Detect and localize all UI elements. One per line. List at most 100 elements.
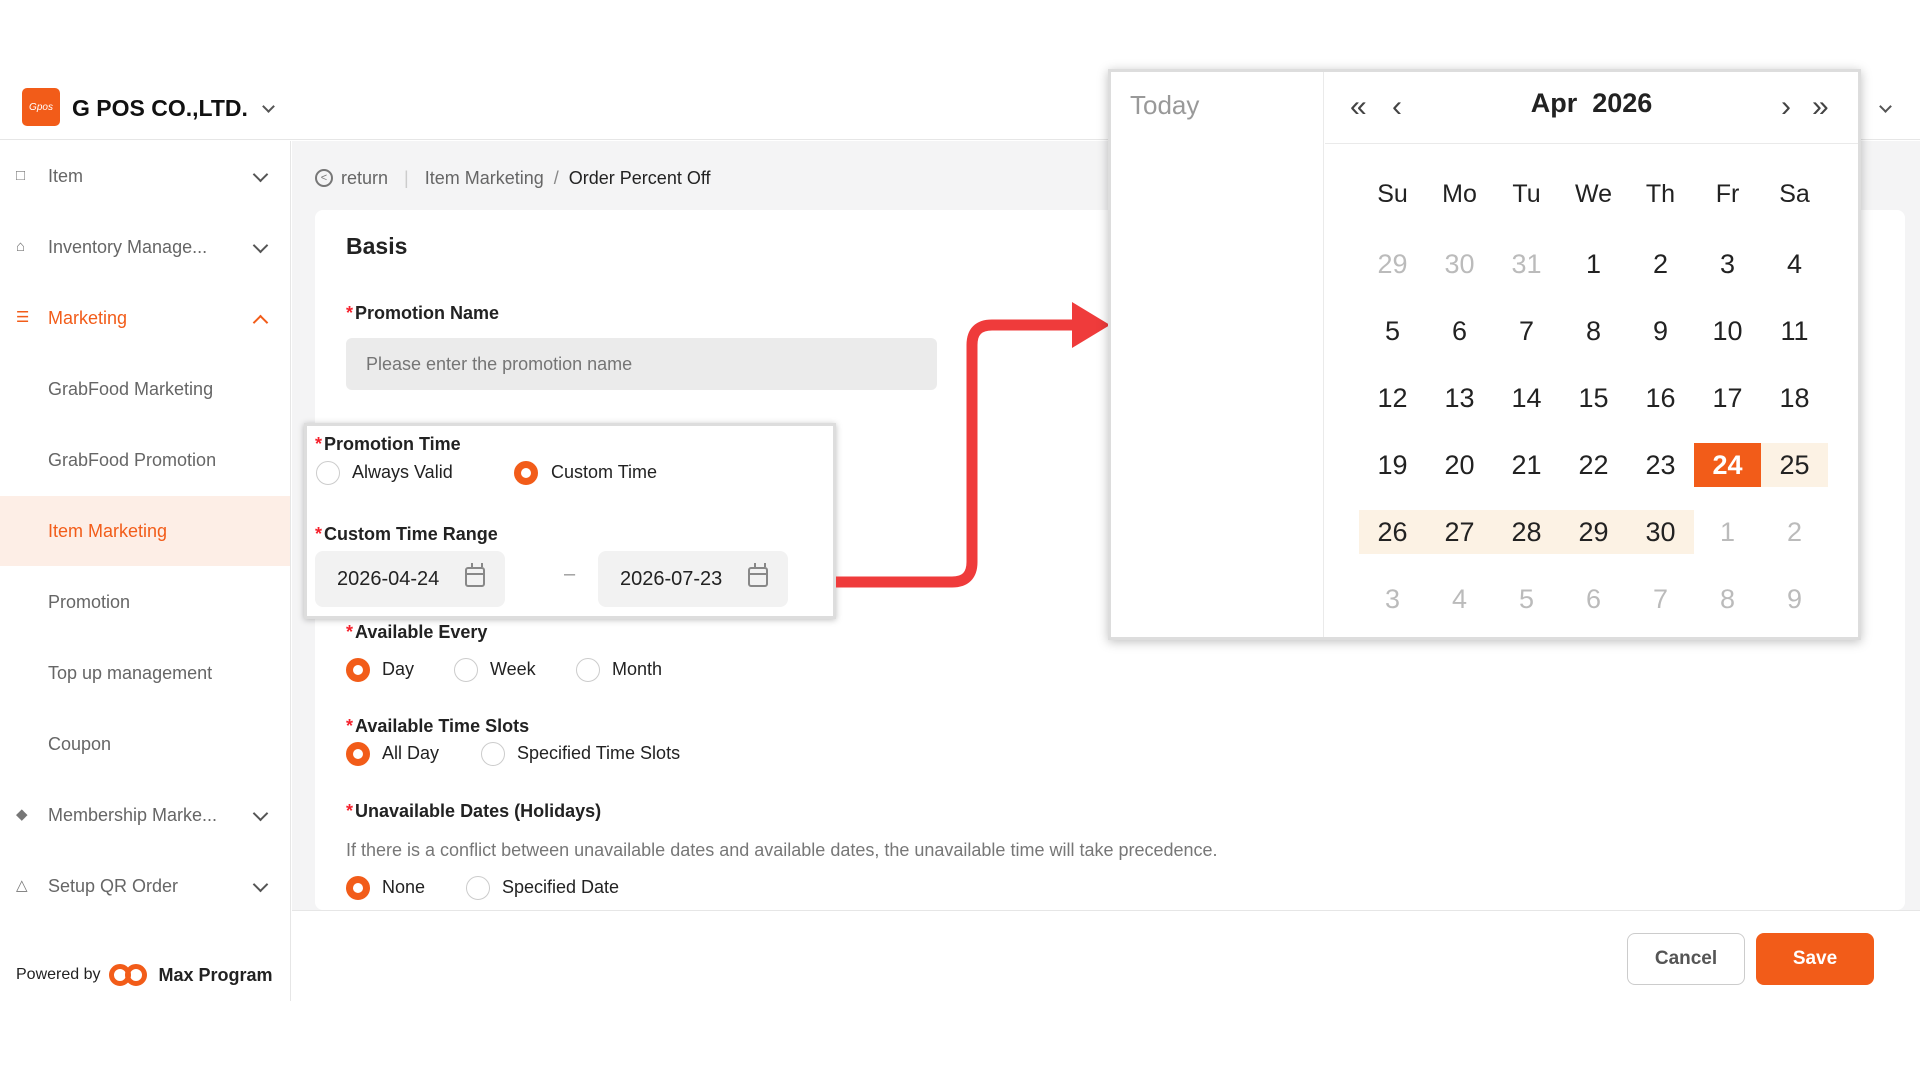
sidebar-item-top-up[interactable]: Top up management: [0, 638, 290, 708]
next-year-icon[interactable]: »: [1812, 92, 1829, 122]
sidebar-item-label: Inventory Manage...: [48, 236, 208, 257]
sidebar-item-marketing[interactable]: ☰ Marketing: [0, 283, 290, 353]
calendar-day[interactable]: 26: [1359, 510, 1426, 554]
cancel-button[interactable]: Cancel: [1627, 933, 1745, 985]
sidebar-item-label: Coupon: [48, 733, 112, 754]
calendar-day[interactable]: 15: [1560, 376, 1627, 420]
calendar-day[interactable]: 30: [1627, 510, 1694, 554]
radio-custom-time[interactable]: [514, 461, 538, 485]
calendar-day[interactable]: 4: [1426, 577, 1493, 621]
calendar-day[interactable]: 5: [1359, 309, 1426, 353]
calendar-day[interactable]: 3: [1694, 242, 1761, 286]
calendar-day[interactable]: 11: [1761, 309, 1828, 353]
calendar-day[interactable]: 17: [1694, 376, 1761, 420]
sidebar-item-coupon[interactable]: Coupon: [0, 709, 290, 779]
calendar-day[interactable]: 7: [1493, 309, 1560, 353]
calendar-day[interactable]: 5: [1493, 577, 1560, 621]
calendar-day[interactable]: 20: [1426, 443, 1493, 487]
calendar-day[interactable]: 21: [1493, 443, 1560, 487]
company-logo: Gpos: [22, 88, 60, 126]
today-button[interactable]: Today: [1130, 90, 1199, 121]
radio-week[interactable]: [454, 658, 478, 682]
return-icon[interactable]: <: [315, 169, 333, 187]
custom-time-range-label: * Custom Time Range: [315, 524, 498, 544]
chevron-down-icon: [252, 166, 269, 183]
radio-specified-date[interactable]: [466, 876, 490, 900]
return-link[interactable]: return: [341, 168, 388, 189]
next-month-icon[interactable]: ›: [1781, 92, 1791, 122]
calendar-day[interactable]: 6: [1560, 577, 1627, 621]
calendar-day[interactable]: 8: [1694, 577, 1761, 621]
calendar-day[interactable]: 6: [1426, 309, 1493, 353]
time-slots-label: * Available Time Slots: [346, 716, 530, 736]
sidebar-item-membership[interactable]: ◆ Membership Marke...: [0, 780, 290, 850]
calendar-day[interactable]: 3: [1359, 577, 1426, 621]
sidebar-item-inventory[interactable]: ⌂ Inventory Manage...: [0, 212, 290, 282]
calendar-day[interactable]: 23: [1627, 443, 1694, 487]
calendar-day[interactable]: 27: [1426, 510, 1493, 554]
calendar-day[interactable]: 9: [1761, 577, 1828, 621]
sidebar-item-grabfood-promotion[interactable]: GrabFood Promotion: [0, 425, 290, 495]
breadcrumb-parent[interactable]: Item Marketing: [425, 168, 544, 189]
calendar-day[interactable]: 28: [1493, 510, 1560, 554]
start-date-field[interactable]: 2026-04-24: [315, 551, 505, 607]
radio-month-label: Month: [612, 659, 663, 679]
calendar-day[interactable]: 29: [1359, 242, 1426, 286]
promotion-time-highlight: * Promotion Time Always Valid Custom Time…: [304, 423, 836, 619]
calendar-day[interactable]: 1: [1560, 242, 1627, 286]
radio-all-day[interactable]: [346, 742, 370, 766]
year-label[interactable]: 2026: [1592, 88, 1652, 118]
sidebar-item-item-marketing[interactable]: Item Marketing: [0, 496, 290, 566]
service-bell-icon: △: [16, 877, 28, 894]
calendar-day[interactable]: 31: [1493, 242, 1560, 286]
sidebar-item-label: Promotion: [48, 591, 131, 612]
radio-week-label: Week: [490, 659, 536, 679]
month-label[interactable]: Apr: [1531, 88, 1578, 118]
sidebar-item-grabfood-marketing[interactable]: GrabFood Marketing: [0, 354, 290, 424]
radio-day[interactable]: [346, 658, 370, 682]
promotion-time-label: * Promotion Time: [315, 434, 461, 454]
calendar-day[interactable]: 4: [1761, 242, 1828, 286]
calendar-day[interactable]: 2: [1627, 242, 1694, 286]
available-every-label: * Available Every: [346, 622, 488, 642]
calendar-day[interactable]: 30: [1426, 242, 1493, 286]
promotion-name-input[interactable]: [346, 338, 937, 390]
date-picker-presets: [1111, 72, 1324, 637]
radio-specified-slots[interactable]: [481, 742, 505, 766]
calendar-day[interactable]: 24: [1694, 443, 1761, 487]
calendar-day[interactable]: 9: [1627, 309, 1694, 353]
calendar-day[interactable]: 13: [1426, 376, 1493, 420]
end-date-value: 2026-07-23: [620, 567, 723, 590]
weekday-label: Su: [1377, 180, 1408, 208]
breadcrumb-current: Order Percent Off: [568, 167, 711, 188]
save-button[interactable]: Save: [1756, 933, 1874, 985]
sidebar-item-item[interactable]: □ Item: [0, 141, 290, 211]
calendar-day[interactable]: 29: [1560, 510, 1627, 554]
company-name[interactable]: G POS CO.,LTD.: [72, 90, 248, 126]
calendar-day[interactable]: 8: [1560, 309, 1627, 353]
radio-always-valid[interactable]: [316, 461, 340, 485]
calendar-day[interactable]: 2: [1761, 510, 1828, 554]
section-title: Basis: [346, 233, 408, 259]
calendar-day[interactable]: 14: [1493, 376, 1560, 420]
max-program-logo: [108, 962, 151, 988]
sidebar-item-label: GrabFood Marketing: [48, 378, 214, 399]
weekday-label: Mo: [1442, 180, 1477, 208]
calendar-day[interactable]: 22: [1560, 443, 1627, 487]
calendar-day[interactable]: 18: [1761, 376, 1828, 420]
calendar-day[interactable]: 25: [1761, 443, 1828, 487]
radio-month[interactable]: [576, 658, 600, 682]
calendar-day[interactable]: 1: [1694, 510, 1761, 554]
month-year-title[interactable]: Apr 2026: [1325, 88, 1858, 119]
sidebar-item-promotion[interactable]: Promotion: [0, 567, 290, 637]
end-date-field[interactable]: 2026-07-23: [598, 551, 788, 607]
calendar-icon: [748, 563, 768, 587]
membership-icon: ◆: [16, 806, 28, 823]
calendar-day[interactable]: 7: [1627, 577, 1694, 621]
calendar-day[interactable]: 12: [1359, 376, 1426, 420]
radio-none[interactable]: [346, 876, 370, 900]
sidebar-item-setup-qr[interactable]: △ Setup QR Order: [0, 851, 290, 921]
calendar-day[interactable]: 10: [1694, 309, 1761, 353]
calendar-day[interactable]: 16: [1627, 376, 1694, 420]
calendar-day[interactable]: 19: [1359, 443, 1426, 487]
